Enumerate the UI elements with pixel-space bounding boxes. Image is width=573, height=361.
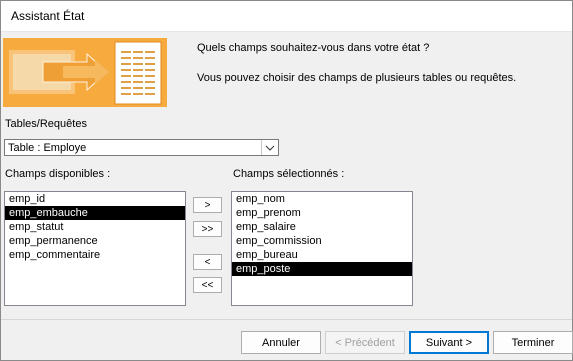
list-item[interactable]: emp_statut bbox=[5, 220, 185, 234]
available-fields-list[interactable]: emp_id emp_embauche emp_statut emp_permanen… bbox=[4, 191, 186, 306]
remove-field-button[interactable]: < bbox=[193, 254, 222, 270]
list-item[interactable]: emp_poste bbox=[232, 262, 412, 276]
selected-fields-list[interactable]: emp_nom emp_prenom emp_salaire emp_commissi… bbox=[231, 191, 413, 306]
tables-queries-label: Tables/Requêtes bbox=[5, 118, 87, 130]
list-item[interactable]: emp_commentaire bbox=[5, 248, 185, 262]
add-field-button[interactable]: > bbox=[193, 197, 222, 213]
report-wizard-dialog: Assistant État Quels champs souhaitez-vo… bbox=[0, 0, 573, 361]
list-item[interactable]: emp_permanence bbox=[5, 234, 185, 248]
selected-fields-label: Champs sélectionnés : bbox=[233, 168, 345, 180]
list-item[interactable]: emp_id bbox=[5, 192, 185, 206]
list-item[interactable]: emp_salaire bbox=[232, 220, 412, 234]
window-title: Assistant État bbox=[11, 9, 85, 23]
footer-divider bbox=[1, 319, 572, 320]
wizard-question: Quels champs souhaitez-vous dans votre é… bbox=[197, 42, 430, 54]
wizard-banner-image bbox=[3, 38, 167, 107]
list-item[interactable]: emp_embauche bbox=[5, 206, 185, 220]
remove-all-fields-button[interactable]: << bbox=[193, 277, 222, 293]
cancel-button[interactable]: Annuler bbox=[241, 331, 321, 354]
previous-button[interactable]: < Précédent bbox=[325, 331, 405, 354]
title-bar: Assistant État bbox=[1, 1, 572, 32]
list-item[interactable]: emp_bureau bbox=[232, 248, 412, 262]
chevron-down-icon[interactable] bbox=[261, 140, 278, 155]
next-button[interactable]: Suivant > bbox=[409, 331, 489, 354]
list-item[interactable]: emp_prenom bbox=[232, 206, 412, 220]
list-item[interactable]: emp_nom bbox=[232, 192, 412, 206]
add-all-fields-button[interactable]: >> bbox=[193, 221, 222, 237]
tables-queries-value: Table : Employe bbox=[8, 142, 87, 154]
list-item[interactable]: emp_commission bbox=[232, 234, 412, 248]
wizard-hint: Vous pouvez choisir des champs de plusie… bbox=[197, 72, 517, 84]
available-fields-label: Champs disponibles : bbox=[5, 168, 111, 180]
tables-queries-combobox[interactable]: Table : Employe bbox=[4, 139, 279, 156]
report-illustration-icon bbox=[3, 38, 167, 107]
finish-button[interactable]: Terminer bbox=[493, 331, 573, 354]
